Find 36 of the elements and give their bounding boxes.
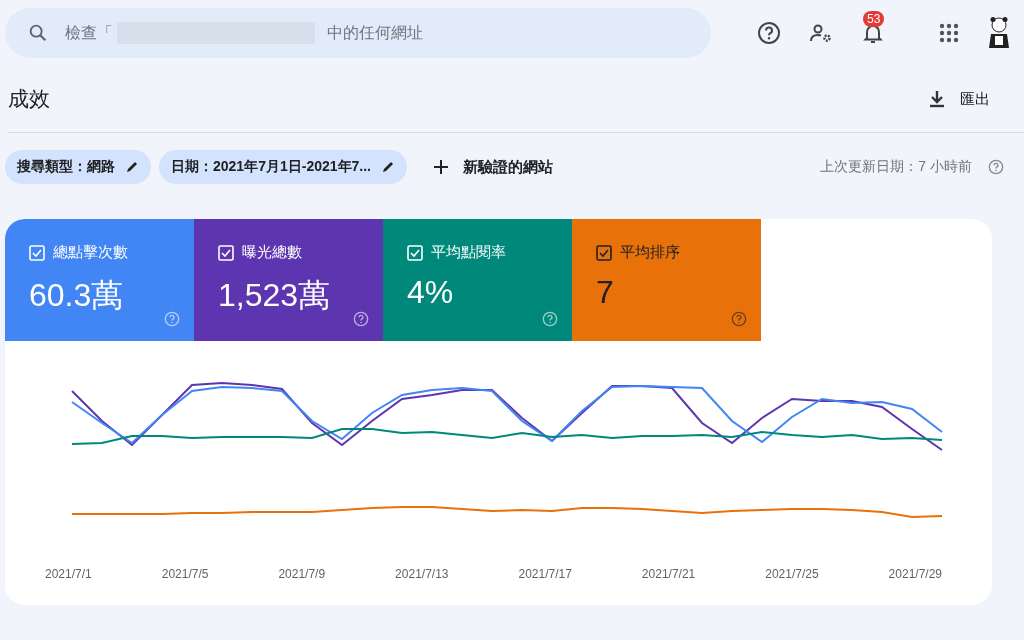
metric-value: 4% [407,274,455,311]
avatar-icon[interactable] [987,16,1011,50]
axis-label: 2021/7/29 [888,567,942,581]
metric-card[interactable]: 平均排序 7 [572,219,761,341]
search-placeholder: 檢查「 [65,22,113,43]
axis-label: 2021/7/1 [45,567,92,581]
metric-label: 曝光總數 [242,243,302,262]
checkbox[interactable] [596,244,612,261]
axis-label: 2021/7/25 [765,567,819,581]
axis-label: 2021/7/13 [395,567,449,581]
notification-badge: 53 [863,11,885,27]
search-icon [27,22,49,44]
metric-label: 總點擊次數 [53,243,128,262]
pencil-icon [381,160,395,174]
search-field[interactable]: 檢查「 中的任何網址 [5,8,711,58]
last-updated-text: 上次更新日期：7 小時前 [820,158,972,176]
metric-value: 7 [596,274,615,311]
pencil-icon [125,160,139,174]
export-button[interactable]: 匯出 [922,88,996,110]
search-placeholder: 中的任何網址 [327,22,423,43]
metric-label: 平均點閱率 [431,243,506,262]
page-title: 成效 [8,86,50,112]
metric-label: 平均排序 [620,243,680,262]
download-icon [928,90,946,108]
axis-label: 2021/7/21 [641,567,696,581]
axis-label: 2021/7/9 [278,567,326,581]
help-icon[interactable] [757,21,781,45]
plus-icon [433,159,449,175]
add-filter-button[interactable]: 新驗證的網站 [427,156,559,178]
axis-label: 2021/7/17 [518,567,572,581]
metric-value: 60.3萬 [29,276,125,315]
apps-grid-icon[interactable] [939,23,959,43]
metric-value: 1,523萬 [218,276,332,315]
axis-label: 2021/7/5 [161,567,209,581]
filter-chip[interactable]: 搜尋類型：網路 [5,150,151,184]
filter-chip[interactable]: 日期：2021年7月1日-2021年7... [159,150,407,184]
